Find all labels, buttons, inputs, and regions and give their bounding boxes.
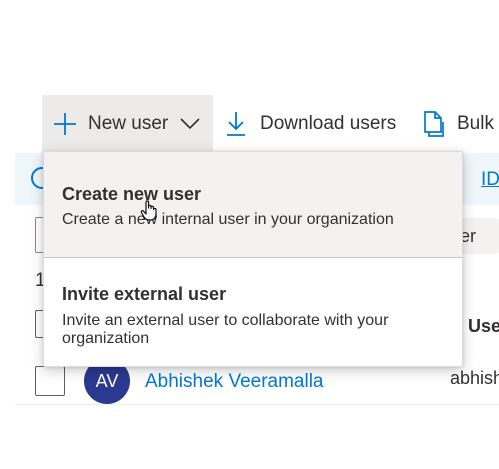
menu-item-create-new-user[interactable]: Create new user Create a new internal us… xyxy=(44,152,462,258)
banner-link[interactable]: ID. xyxy=(481,169,499,191)
chevron-down-icon xyxy=(180,118,200,130)
user-principal-name: abhish xyxy=(450,368,499,388)
download-icon xyxy=(226,111,246,137)
new-user-dropdown-menu: Create new user Create a new internal us… xyxy=(43,151,463,367)
bulk-operations-button[interactable]: Bulk xyxy=(422,95,494,153)
new-user-button[interactable]: New user xyxy=(42,95,213,153)
user-name-link[interactable]: Abhishek Veeramalla xyxy=(145,371,324,393)
bulk-operations-label: Bulk xyxy=(457,113,494,134)
column-header-upn[interactable]: Use xyxy=(468,316,499,337)
row-divider xyxy=(15,404,499,405)
menu-item-title: Create new user xyxy=(62,184,202,204)
document-icon xyxy=(422,111,444,137)
plus-icon xyxy=(53,112,77,136)
menu-item-title: Invite external user xyxy=(62,284,227,304)
download-users-label: Download users xyxy=(260,113,397,134)
row-checkbox[interactable] xyxy=(35,366,65,396)
menu-item-description: Invite an external user to collaborate w… xyxy=(62,312,389,347)
command-bar: New user Download users Bulk xyxy=(0,95,499,153)
download-users-button[interactable]: Download users xyxy=(226,95,396,153)
menu-item-description: Create a new internal user in your organ… xyxy=(62,211,394,228)
menu-item-invite-external-user[interactable]: Invite external user Invite an external … xyxy=(44,258,462,366)
new-user-label: New user xyxy=(88,113,169,134)
hand-cursor-icon xyxy=(140,200,157,221)
